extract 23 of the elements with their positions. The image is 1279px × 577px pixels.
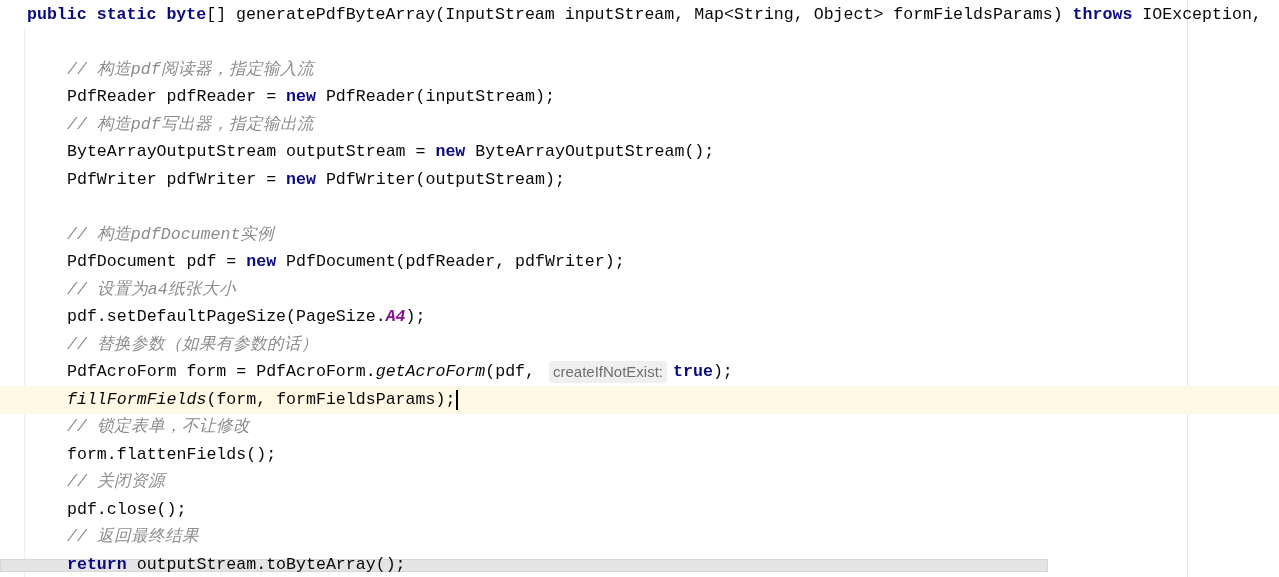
code-line: fillFormFields(form, formFieldsParams); [67, 389, 456, 410]
code-line: pdf.setDefaultPageSize(PageSize.A4); [67, 307, 426, 328]
code-line: // 构造pdf写出器，指定输出流 [67, 114, 314, 135]
text-cursor [456, 389, 459, 410]
horizontal-scrollbar[interactable] [0, 559, 1048, 572]
code-line: true); [673, 362, 733, 383]
code-line: form.flattenFields(); [67, 444, 277, 465]
code-line: // 构造pdfDocument实例 [67, 224, 275, 245]
code-line: // 设置为a4纸张大小 [67, 279, 236, 300]
code-line: // 返回最终结果 [67, 527, 199, 548]
code-line: // 锁定表单，不让修改 [67, 417, 250, 438]
code-line: // 替换参数（如果有参数的话） [67, 334, 318, 355]
code-line: PdfDocument pdf = new PdfDocument(pdfReader, pdfWriter); [67, 252, 625, 273]
code-line: public static byte[] generatePdfByteArray(InputStream inputStream, Map<String, Object> formFieldsParams) throws IOException, [27, 4, 1262, 25]
code-line: pdf.close(); [67, 499, 187, 520]
code-line: PdfAcroForm form = PdfAcroForm.getAcroForm(pdf, [67, 362, 537, 383]
code-line: // 构造pdf阅读器，指定输入流 [67, 59, 314, 80]
code-line: // 关闭资源 [67, 472, 165, 493]
code-line: return outputStream.toByteArray(); [67, 554, 406, 575]
code-line: ByteArrayOutputStream outputStream = new ByteArrayOutputStream(); [67, 142, 715, 163]
code-line: PdfWriter pdfWriter = new PdfWriter(outputStream); [67, 169, 565, 190]
parameter-hint: createIfNotExist: [549, 361, 668, 384]
code-line: PdfReader pdfReader = new PdfReader(inputStream); [67, 87, 555, 108]
